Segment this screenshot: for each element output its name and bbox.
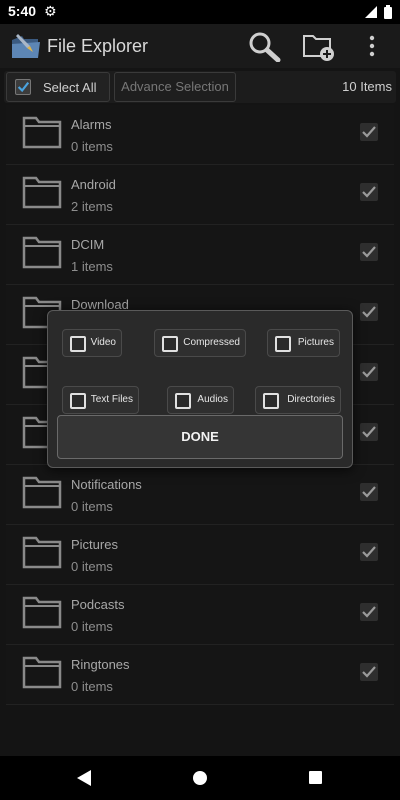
folder-icon <box>22 176 62 209</box>
status-bar: 5:40 ⚙ <box>0 0 400 24</box>
option-compressed-label: Compressed <box>183 337 240 348</box>
item-count: 10 Items <box>342 79 392 94</box>
app-content: File Explorer Select All Advance Selecti… <box>0 24 400 756</box>
select-all-checkbox[interactable] <box>15 79 31 95</box>
folder-name: Alarms <box>71 117 112 132</box>
recent-apps-icon[interactable] <box>309 771 322 784</box>
folder-name: Podcasts <box>71 597 125 612</box>
folder-checkbox[interactable] <box>360 243 378 261</box>
folder-checkbox[interactable] <box>360 543 378 561</box>
folder-row[interactable]: Android 2 items <box>6 165 394 225</box>
folder-checkbox[interactable] <box>360 123 378 141</box>
folder-icon <box>22 536 62 569</box>
folder-icon <box>22 656 62 689</box>
folder-row[interactable]: Notifications 0 items <box>6 465 394 525</box>
option-video-label: Video <box>90 337 116 348</box>
folder-name: Pictures <box>71 537 118 552</box>
system-nav-bar <box>0 756 400 800</box>
folder-name: Notifications <box>71 477 142 492</box>
battery-icon <box>384 5 392 19</box>
select-all-label: Select All <box>43 80 97 95</box>
option-text-files[interactable]: Text Files <box>62 386 139 414</box>
option-video[interactable]: Video <box>62 329 122 357</box>
text-files-checkbox[interactable] <box>70 393 86 409</box>
new-folder-icon[interactable] <box>302 30 336 62</box>
video-checkbox[interactable] <box>70 336 86 352</box>
folder-row[interactable]: Alarms 0 items <box>6 105 394 165</box>
folder-checkbox[interactable] <box>360 423 378 441</box>
folder-checkbox[interactable] <box>360 303 378 321</box>
folder-item-count: 0 items <box>71 559 113 574</box>
folder-checkbox[interactable] <box>360 363 378 381</box>
folder-item-count: 1 items <box>71 259 113 274</box>
home-icon[interactable] <box>193 771 207 785</box>
settings-gear-icon: ⚙ <box>44 3 57 19</box>
more-options-icon[interactable] <box>366 34 378 58</box>
folder-checkbox[interactable] <box>360 603 378 621</box>
folder-icon <box>22 116 62 149</box>
folder-icon <box>22 236 62 269</box>
folder-item-count: 0 items <box>71 679 113 694</box>
directories-checkbox[interactable] <box>263 393 279 409</box>
done-button[interactable]: DONE <box>57 415 343 459</box>
folder-checkbox[interactable] <box>360 663 378 681</box>
folder-row[interactable]: DCIM 1 items <box>6 225 394 285</box>
option-pictures[interactable]: Pictures <box>267 329 340 357</box>
audios-checkbox[interactable] <box>175 393 191 409</box>
back-icon[interactable] <box>76 769 92 787</box>
pictures-checkbox[interactable] <box>275 336 291 352</box>
folder-name: Android <box>71 177 116 192</box>
folder-item-count: 0 items <box>71 619 113 634</box>
folder-icon <box>22 596 62 629</box>
advance-selection-button[interactable]: Advance Selection <box>114 72 236 102</box>
folder-checkbox[interactable] <box>360 483 378 501</box>
folder-row[interactable]: Podcasts 0 items <box>6 585 394 645</box>
folder-item-count: 0 items <box>71 139 113 154</box>
folder-name: Ringtones <box>71 657 130 672</box>
wifi-icon <box>365 6 377 18</box>
folder-row[interactable]: Pictures 0 items <box>6 525 394 585</box>
advance-selection-dialog: Video Compressed Pictures Text Files Aud… <box>47 310 353 468</box>
selection-bar: Select All Advance Selection 10 Items <box>4 71 396 103</box>
folder-item-count: 0 items <box>71 499 113 514</box>
option-directories[interactable]: Directories <box>255 386 341 414</box>
folder-item-count: 2 items <box>71 199 113 214</box>
folder-checkbox[interactable] <box>360 183 378 201</box>
app-title: File Explorer <box>47 36 149 56</box>
compressed-checkbox[interactable] <box>162 336 178 352</box>
option-pictures-label: Pictures <box>297 337 334 348</box>
option-directories-label: Directories <box>287 394 335 405</box>
option-audios[interactable]: Audios <box>167 386 234 414</box>
folder-icon <box>22 476 62 509</box>
folder-name: DCIM <box>71 237 105 252</box>
file-explorer-logo-icon <box>12 34 40 58</box>
status-time: 5:40 <box>8 3 37 19</box>
app-toolbar: File Explorer <box>0 24 400 68</box>
folder-row[interactable]: Ringtones 0 items <box>6 645 394 705</box>
option-audios-label: Audios <box>197 394 228 405</box>
select-all-button[interactable]: Select All <box>6 72 110 102</box>
search-icon[interactable] <box>247 30 281 62</box>
option-compressed[interactable]: Compressed <box>154 329 246 357</box>
option-text-files-label: Text Files <box>90 394 133 405</box>
